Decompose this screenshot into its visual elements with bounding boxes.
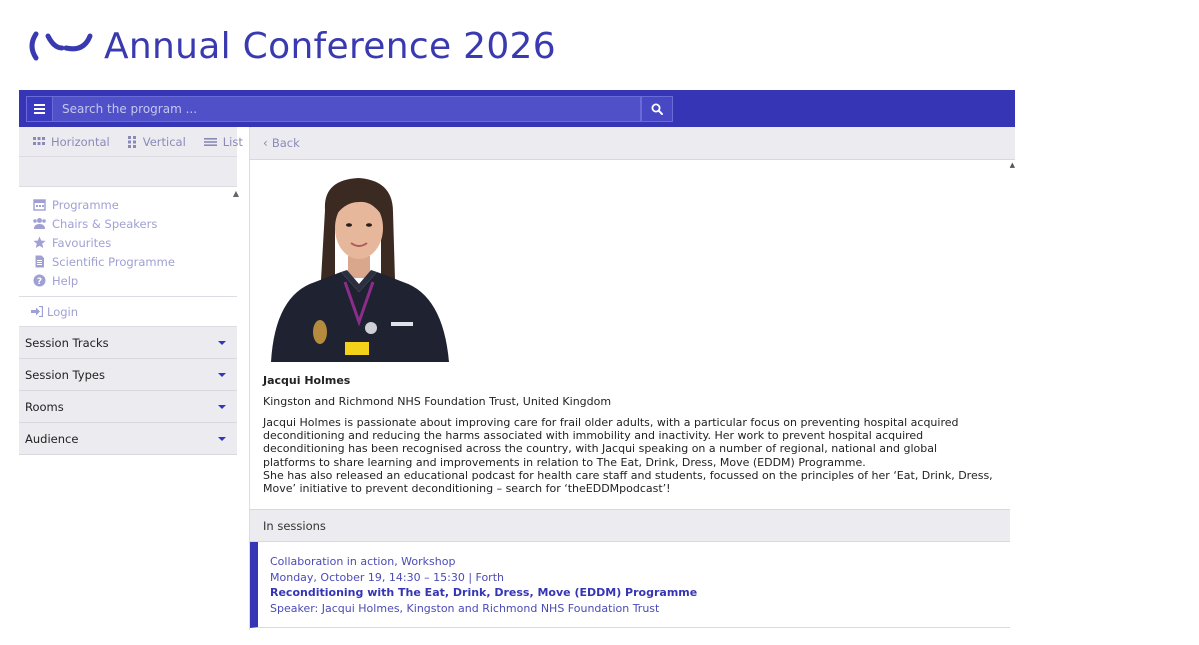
search-button[interactable] xyxy=(641,96,673,122)
view-vertical-label: Vertical xyxy=(142,134,186,149)
caret-down-icon xyxy=(218,340,226,345)
filter-session-types[interactable]: Session Types xyxy=(19,359,237,391)
users-icon xyxy=(33,218,46,229)
sidebar-item-label: Scientific Programme xyxy=(52,254,175,269)
sidebar-item-label: Favourites xyxy=(52,235,112,250)
page-title: Annual Conference 2026 xyxy=(104,25,556,67)
sidebar-item-scientific-programme[interactable]: Scientific Programme xyxy=(33,252,237,271)
scroll-up-icon[interactable]: ▲ xyxy=(233,189,239,198)
hamburger-icon xyxy=(34,104,45,114)
speaker-profile: Jacqui Holmes Kingston and Richmond NHS … xyxy=(250,160,1015,629)
login-link[interactable]: Login xyxy=(19,297,237,327)
sidebar-item-label: Programme xyxy=(52,197,119,212)
brand-header: Annual Conference 2026 xyxy=(26,24,556,68)
view-vertical[interactable]: Vertical xyxy=(127,134,186,149)
view-switcher: Horizontal Vertical List xyxy=(19,127,243,157)
program-app: Horizontal Vertical List ▲ xyxy=(19,90,1015,630)
sidebar-item-label: Chairs & Speakers xyxy=(52,216,158,231)
speaker-affiliation: Kingston and Richmond NHS Foundation Tru… xyxy=(263,395,612,408)
caret-down-icon xyxy=(218,372,226,377)
svg-text:?: ? xyxy=(37,277,42,287)
sessions-heading: In sessions xyxy=(250,509,1010,543)
help-icon: ? xyxy=(33,274,46,287)
sidebar-nav: ▲ Programme Chairs & Speakers Favourites… xyxy=(19,187,239,297)
filter-label: Rooms xyxy=(25,399,64,414)
speaker-bio-paragraph: She has also released an educational pod… xyxy=(263,468,993,496)
filter-label: Session Types xyxy=(25,367,105,382)
top-bar xyxy=(19,90,1015,127)
sidebar-item-label: Help xyxy=(52,273,79,288)
speaker-name: Jacqui Holmes xyxy=(263,374,351,387)
filter-rooms[interactable]: Rooms xyxy=(19,391,237,423)
view-horizontal[interactable]: Horizontal xyxy=(33,135,110,149)
speaker-detail-panel: ‹ Back ▲ Jacqui Holmes Kingston and Rich… xyxy=(249,127,1015,630)
search-icon xyxy=(651,103,663,115)
filter-label: Audience xyxy=(25,431,79,446)
session-speaker: Speaker: Jacqui Holmes, Kingston and Ric… xyxy=(270,601,660,615)
speaker-bio-paragraph: Jacqui Holmes is passionate about improv… xyxy=(263,416,959,469)
sidebar: Horizontal Vertical List ▲ Programme Cha… xyxy=(19,127,243,630)
session-track[interactable]: Collaboration in action, Workshop xyxy=(270,554,1010,570)
filter-session-tracks[interactable]: Session Tracks xyxy=(19,327,237,359)
session-title[interactable]: Reconditioning with The Eat, Drink, Dres… xyxy=(270,585,1010,601)
document-icon xyxy=(35,255,44,268)
sidebar-item-programme[interactable]: Programme xyxy=(33,195,237,214)
columns-icon xyxy=(127,135,136,148)
caret-down-icon xyxy=(218,436,226,441)
session-card[interactable]: Collaboration in action, Workshop Monday… xyxy=(250,542,1010,629)
caret-down-icon xyxy=(218,404,226,409)
menu-button[interactable] xyxy=(26,96,53,122)
filter-label: Session Tracks xyxy=(25,335,109,350)
sidebar-item-speakers[interactable]: Chairs & Speakers xyxy=(33,214,237,233)
sidebar-item-favourites[interactable]: Favourites xyxy=(33,233,237,252)
login-icon xyxy=(31,306,43,317)
list-icon xyxy=(203,137,217,146)
view-horizontal-label: Horizontal xyxy=(51,134,110,149)
star-icon xyxy=(33,236,46,248)
speaker-bio: Jacqui Holmes is passionate about improv… xyxy=(263,416,993,495)
search-input[interactable] xyxy=(53,96,641,122)
back-link[interactable]: Back xyxy=(272,136,300,150)
sidebar-item-help[interactable]: ? Help xyxy=(33,271,237,290)
speaker-photo xyxy=(263,170,453,362)
view-list-label: List xyxy=(222,134,243,149)
login-label: Login xyxy=(47,304,79,319)
grid-icon xyxy=(33,137,45,145)
session-time-room: Monday, October 19, 14:30 – 15:30 | Fort… xyxy=(270,570,504,584)
back-bar: ‹ Back xyxy=(250,127,1015,160)
chevron-left-icon[interactable]: ‹ xyxy=(263,136,268,150)
filter-audience[interactable]: Audience xyxy=(19,423,237,455)
sidebar-spacer xyxy=(19,157,237,187)
calendar-icon xyxy=(33,199,46,211)
view-list[interactable]: List xyxy=(203,134,243,149)
conference-logo-icon xyxy=(29,31,93,61)
